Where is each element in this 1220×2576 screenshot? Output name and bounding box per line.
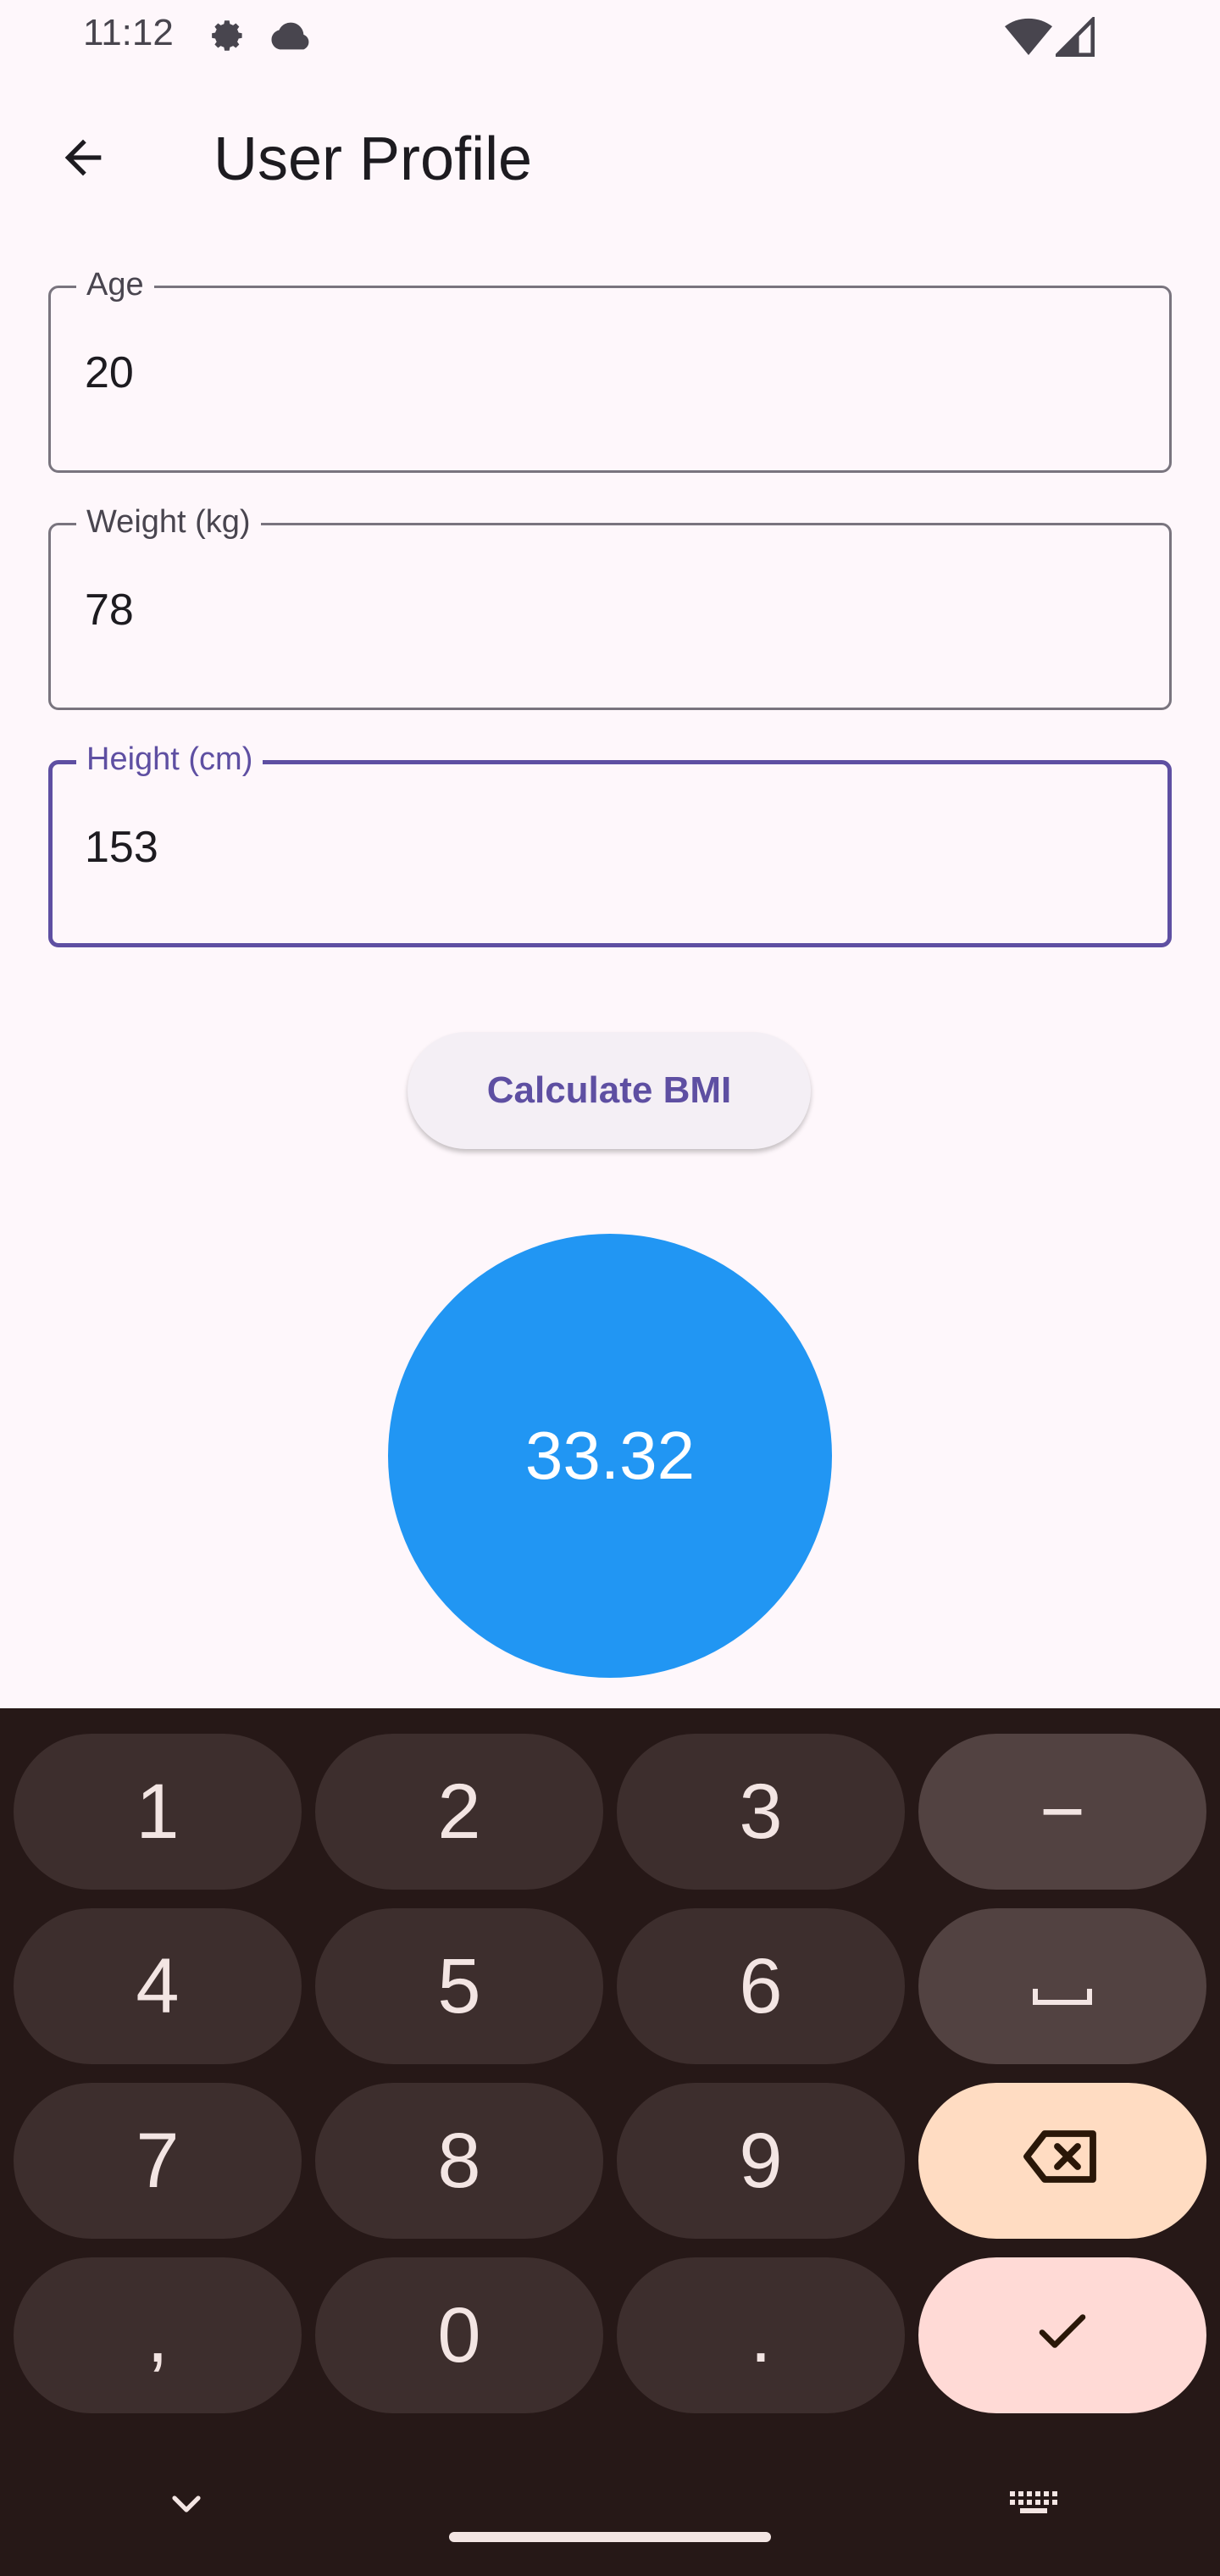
key-0[interactable]: 0 <box>315 2257 603 2413</box>
keyboard-icon[interactable] <box>1008 2488 1059 2523</box>
weight-label: Weight (kg) <box>76 503 261 541</box>
cell-signal-icon <box>1052 14 1095 62</box>
weight-field[interactable]: Weight (kg) <box>48 503 1172 710</box>
bmi-result-circle: 33.32 <box>388 1234 832 1678</box>
status-time: 11:12 <box>83 12 174 53</box>
key-period[interactable]: . <box>617 2257 905 2413</box>
backspace-icon <box>1022 2117 1103 2206</box>
age-field[interactable]: Age <box>48 266 1172 473</box>
calculate-bmi-button[interactable]: Calculate BMI <box>408 1032 811 1149</box>
wifi-icon <box>1005 17 1052 62</box>
bmi-value: 33.32 <box>524 1418 696 1493</box>
settings-gear-icon <box>202 12 249 64</box>
age-input[interactable] <box>85 347 1101 398</box>
space-icon <box>1029 1942 1096 2031</box>
age-label: Age <box>76 266 154 303</box>
page-title: User Profile <box>214 125 533 193</box>
key-space[interactable] <box>918 1908 1206 2064</box>
key-8[interactable]: 8 <box>315 2083 603 2239</box>
height-field[interactable]: Height (cm) <box>48 741 1172 947</box>
height-label: Height (cm) <box>76 741 263 778</box>
navigation-handle[interactable] <box>449 2532 771 2542</box>
key-done[interactable] <box>918 2257 1206 2413</box>
key-2[interactable]: 2 <box>315 1734 603 1890</box>
key-6[interactable]: 6 <box>617 1908 905 2064</box>
check-icon <box>1032 2291 1093 2380</box>
key-comma[interactable]: , <box>14 2257 302 2413</box>
key-7[interactable]: 7 <box>14 2083 302 2239</box>
key-backspace[interactable] <box>918 2083 1206 2239</box>
arrow-back-icon <box>56 130 110 189</box>
height-input[interactable] <box>85 822 1101 873</box>
cloud-icon <box>266 17 313 58</box>
key-1[interactable]: 1 <box>14 1734 302 1890</box>
status-bar: 11:12 <box>0 0 1220 76</box>
key-minus[interactable]: − <box>918 1734 1206 1890</box>
weight-input[interactable] <box>85 585 1101 636</box>
key-5[interactable]: 5 <box>315 1908 603 2064</box>
app-bar: User Profile <box>0 93 1220 212</box>
key-9[interactable]: 9 <box>617 2083 905 2239</box>
key-4[interactable]: 4 <box>14 1908 302 2064</box>
key-3[interactable]: 3 <box>617 1734 905 1890</box>
chevron-down-icon[interactable] <box>166 2488 207 2523</box>
back-button[interactable] <box>42 119 124 200</box>
numeric-keyboard: 1 2 3 − 4 5 6 7 8 9 , 0 . <box>0 1708 1220 2576</box>
